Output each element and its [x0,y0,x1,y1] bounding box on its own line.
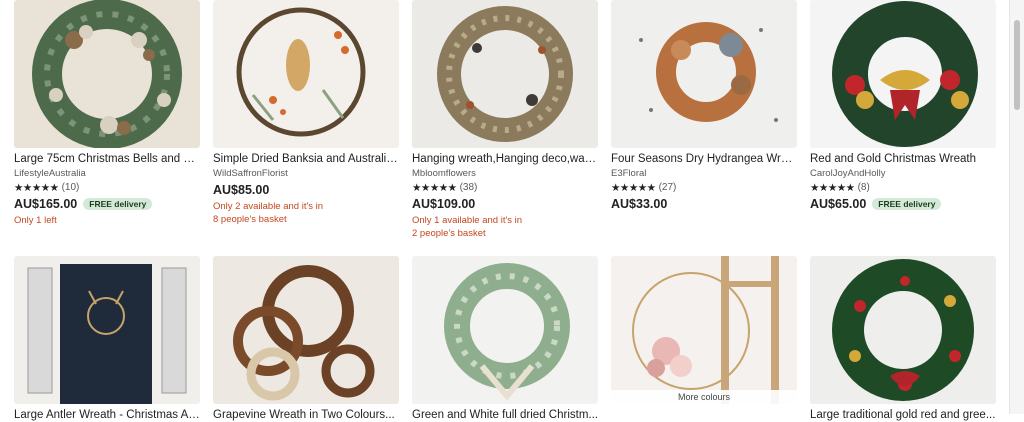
listing-card[interactable]: Large Antler Wreath - Christmas At... [14,256,200,422]
price-row: AU$165.00 FREE delivery [14,197,200,211]
review-count: (27) [658,182,677,193]
listing-image[interactable] [810,256,996,404]
price: AU$165.00 [14,197,78,211]
listing-image[interactable] [412,256,598,404]
review-count: (38) [459,182,478,193]
listing-card[interactable]: More colours [611,256,797,404]
shop-name: E3Floral [611,168,647,179]
price: AU$85.00 [213,183,270,197]
star-rating-icon: ★★★★★ [412,182,457,194]
stock-note-line: 8 people's basket [213,214,287,225]
listing-image[interactable] [213,256,399,404]
listing-card[interactable]: Large traditional gold red and gree... [810,256,996,422]
free-delivery-badge: FREE delivery [872,198,942,210]
listing-card[interactable]: Simple Dried Banksia and Australia... Wi… [213,0,399,226]
listing-image[interactable] [611,0,797,148]
review-count: (10) [61,182,80,193]
shop-name: Mbloomflowers [412,168,476,179]
rating: ★★★★★ (27) [611,182,797,194]
stock-note-line: Only 2 available and it's in [213,201,324,212]
price-row: AU$85.00 [213,183,399,197]
rating: ★★★★★ (38) [412,182,598,194]
listing-title[interactable]: Large traditional gold red and gree... [810,408,996,422]
listing-image[interactable] [810,0,996,148]
listing-image[interactable]: More colours [611,256,797,404]
listing-title[interactable]: Grapevine Wreath in Two Colours... [213,408,399,422]
stock-note-line: Only 1 available and it's in [412,215,523,226]
shop-name: WildSaffronFlorist [213,168,288,179]
star-rating-icon: ★★★★★ [810,182,855,194]
scrollbar-thumb[interactable] [1014,20,1020,110]
rating: ★★★★★ (8) [810,182,996,194]
listing-image[interactable] [14,256,200,404]
stock-note-line: 2 people's basket [412,228,486,239]
listing-card[interactable]: Four Seasons Dry Hydrangea Wrea... E3Flo… [611,0,797,211]
price-row: AU$33.00 [611,197,797,211]
more-colours-overlay[interactable]: More colours [611,390,797,404]
listing-card[interactable]: Red and Gold Christmas Wreath CarolJoyAn… [810,0,996,211]
stock-note: Only 1 available and it's in 2 people's … [412,214,598,240]
price: AU$33.00 [611,197,668,211]
price-row: AU$65.00 FREE delivery [810,197,996,211]
listing-image[interactable] [14,0,200,148]
price: AU$109.00 [412,197,476,211]
listing-title[interactable]: Four Seasons Dry Hydrangea Wrea... [611,152,797,166]
listing-card[interactable]: Hanging wreath,Hanging deco,wall... Mblo… [412,0,598,240]
star-rating-icon: ★★★★★ [611,182,656,194]
listing-title[interactable]: Large Antler Wreath - Christmas At... [14,408,200,422]
listing-title[interactable]: Green and White full dried Christm... [412,408,598,422]
listing-title[interactable]: Hanging wreath,Hanging deco,wall... [412,152,598,166]
listing-title[interactable]: Large 75cm Christmas Bells and Pi... [14,152,200,166]
listing-card[interactable]: Green and White full dried Christm... [412,256,598,422]
price-row: AU$109.00 [412,197,598,211]
listing-title[interactable]: Simple Dried Banksia and Australia... [213,152,399,166]
listing-card[interactable]: Large 75cm Christmas Bells and Pi... Lif… [14,0,200,227]
listing-title[interactable]: Red and Gold Christmas Wreath [810,152,996,166]
listing-image[interactable] [412,0,598,148]
rating: ★★★★★ (10) [14,182,200,194]
listing-image[interactable] [213,0,399,148]
scrollbar[interactable] [1009,0,1024,414]
shop-name: CarolJoyAndHolly [810,168,886,179]
free-delivery-badge: FREE delivery [83,198,153,210]
star-rating-icon: ★★★★★ [14,182,59,194]
price: AU$65.00 [810,197,867,211]
stock-note: Only 2 available and it's in 8 people's … [213,200,399,226]
listing-card[interactable]: Grapevine Wreath in Two Colours... [213,256,399,422]
review-count: (8) [857,182,870,193]
shop-name: LifestyleAustralia [14,168,86,179]
stock-note: Only 1 left [14,215,57,226]
